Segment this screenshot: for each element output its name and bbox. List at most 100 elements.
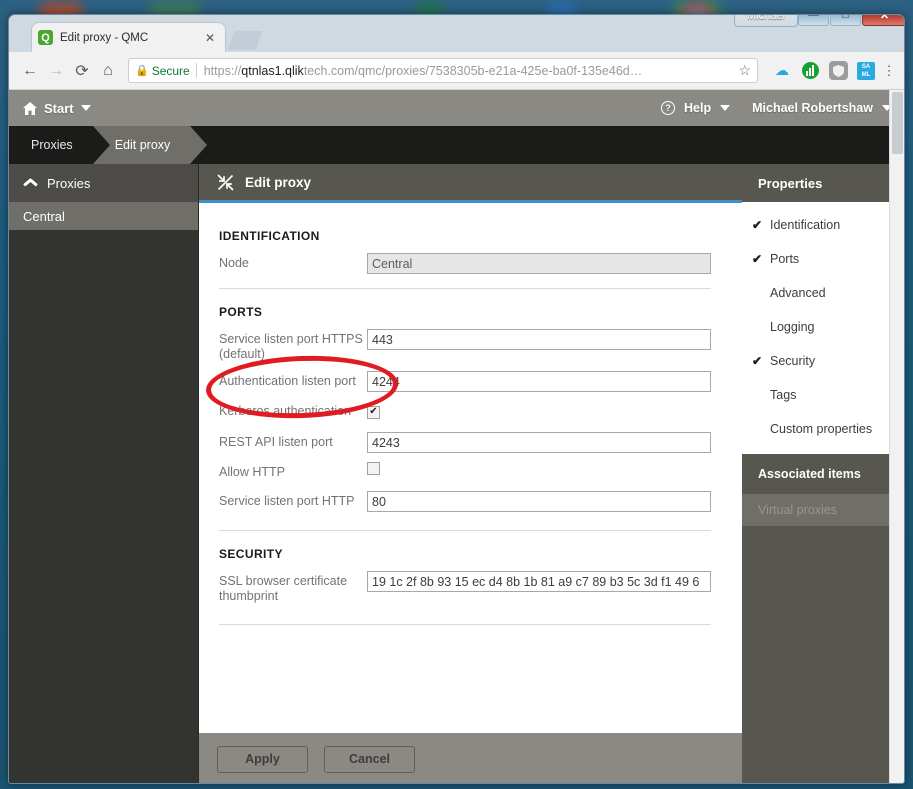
- window-maximize-button[interactable]: □: [830, 15, 861, 26]
- omnibox-divider: [195, 63, 197, 78]
- star-icon[interactable]: ☆: [738, 62, 751, 79]
- associated-items-title: Associated items: [758, 467, 861, 481]
- field-control: [367, 329, 711, 350]
- saml-extension-icon[interactable]: SA ML: [855, 60, 877, 82]
- start-label: Start: [44, 100, 74, 116]
- properties-list: ✔ Identification ✔ Ports Advanced Loggin…: [742, 202, 904, 454]
- help-icon: ?: [661, 101, 676, 115]
- help-chevron-down-icon[interactable]: [720, 105, 731, 111]
- allow-http-checkbox[interactable]: [367, 462, 380, 475]
- field-label-ssl-browser-certificate-thumbprint: SSL browser certificate thumbprint: [219, 574, 348, 603]
- field-label-service-listen-port-http: Service listen port HTTP: [219, 494, 355, 508]
- qlik-favicon-icon: Q: [38, 30, 53, 45]
- property-item-security[interactable]: ✔ Security: [742, 344, 904, 378]
- section-title-identification: IDENTIFICATION: [219, 229, 320, 243]
- browser-tab[interactable]: Q Edit proxy - QMC ✕: [31, 22, 226, 52]
- url-text: https://qtnlas1.qliktech.com/qmc/proxies…: [204, 64, 735, 78]
- back-icon[interactable]: ←: [17, 58, 43, 84]
- check-icon: ✔: [752, 252, 763, 266]
- window-user-label: Michael: [734, 15, 798, 27]
- home-icon[interactable]: ⌂: [95, 58, 121, 84]
- field-label-authentication-listen-port: Authentication listen port: [219, 374, 356, 388]
- help-label: Help: [684, 101, 712, 115]
- field-control: [367, 253, 711, 274]
- browser-toolbar: ← → ⟳ ⌂ 🔒 Secure https://qtnlas1.qliktec…: [9, 52, 904, 90]
- url-path: tech.com/qmc/proxies/7538305b-e21a-425e-…: [303, 63, 643, 78]
- user-label: Michael Robertshaw: [752, 101, 873, 115]
- section-divider: [219, 624, 711, 625]
- form-row: SSL browser certificate thumbprint: [219, 571, 720, 604]
- section-title-ports: PORTS: [219, 305, 263, 319]
- field-label-kerberos-authentication: Kerberos authentication: [219, 404, 352, 418]
- address-bar[interactable]: 🔒 Secure https://qtnlas1.qliktech.com/qm…: [128, 58, 758, 83]
- section-divider: [219, 530, 711, 531]
- start-menu-button[interactable]: Start: [23, 101, 91, 116]
- form-row: Authentication listen port: [219, 371, 720, 392]
- left-nav-header-label: Proxies: [47, 175, 91, 191]
- form-row: Service listen port HTTPS (default): [219, 329, 720, 362]
- form-row: Allow HTTP: [219, 462, 720, 480]
- breadcrumb-item-proxies[interactable]: Proxies: [9, 126, 110, 164]
- window-close-button[interactable]: ✕: [862, 15, 904, 26]
- property-label: Security: [770, 354, 816, 368]
- help-menu[interactable]: ? Help: [661, 101, 731, 115]
- associated-item-virtual-proxies[interactable]: Virtual proxies: [742, 494, 904, 526]
- property-label: Advanced: [770, 286, 826, 300]
- field-control: [367, 432, 711, 453]
- ssl-browser-certificate-thumbprint-field[interactable]: [367, 571, 711, 592]
- left-nav-header[interactable]: Proxies: [9, 164, 198, 202]
- center-pane: Edit proxy IDENTIFICATION Node PORTS: [199, 164, 742, 783]
- property-item-custom-properties[interactable]: Custom properties: [742, 412, 904, 446]
- home-icon: [23, 101, 37, 115]
- property-item-advanced[interactable]: Advanced: [742, 276, 904, 310]
- field-control: [367, 371, 711, 392]
- shield-extension-icon[interactable]: [827, 60, 849, 82]
- field-label-service-listen-port-https: Service listen port HTTPS (default): [219, 332, 363, 361]
- tab-close-icon[interactable]: ✕: [201, 31, 219, 45]
- service-listen-port-http-field[interactable]: [367, 491, 711, 512]
- property-label: Ports: [770, 252, 800, 266]
- analytics-extension-icon[interactable]: [799, 60, 821, 82]
- form-row: Kerberos authentication: [219, 401, 720, 419]
- cloud-extension-icon[interactable]: ☁: [771, 60, 793, 82]
- section-title-security: SECURITY: [219, 547, 283, 561]
- property-label: Custom properties: [770, 422, 873, 436]
- node-field[interactable]: [367, 253, 711, 274]
- property-label: Logging: [770, 320, 815, 334]
- field-control: [367, 491, 711, 512]
- field-label-allow-http: Allow HTTP: [219, 465, 285, 479]
- property-item-tags[interactable]: Tags: [742, 378, 904, 412]
- qmc-top-bar: Start ? Help Michael Robertshaw: [9, 90, 904, 126]
- collapse-arrows-icon: [217, 173, 234, 191]
- property-label: Tags: [770, 388, 797, 402]
- qmc-app: Start ? Help Michael Robertshaw Proxies …: [9, 90, 904, 783]
- new-tab-button[interactable]: [227, 31, 263, 50]
- cancel-button[interactable]: Cancel: [324, 745, 415, 773]
- lock-icon: 🔒: [135, 65, 149, 77]
- properties-panel: Properties ✔ Identification ✔ Ports Adva…: [742, 164, 904, 783]
- rest-api-listen-port-field[interactable]: [367, 432, 711, 453]
- field-control: [367, 401, 711, 419]
- form-footer: Apply Cancel: [199, 733, 742, 783]
- service-listen-port-https-field[interactable]: [367, 329, 711, 350]
- authentication-listen-port-field[interactable]: [367, 371, 711, 392]
- user-menu[interactable]: Michael Robertshaw: [752, 101, 892, 115]
- browser-window: Q Edit proxy - QMC ✕ Michael — □ ✕ ← → ⟳…: [8, 14, 905, 784]
- kebab-menu-icon[interactable]: ⋮: [880, 64, 898, 77]
- property-item-identification[interactable]: ✔ Identification: [742, 208, 904, 242]
- start-chevron-down-icon[interactable]: [80, 105, 91, 111]
- section-divider: [219, 288, 711, 289]
- scrollbar-thumb[interactable]: [892, 92, 903, 154]
- tab-strip: Q Edit proxy - QMC ✕ Michael — □ ✕: [9, 15, 904, 52]
- kerberos-authentication-checkbox[interactable]: [367, 405, 380, 419]
- breadcrumb: Proxies Edit proxy: [9, 126, 904, 164]
- form-row: Node: [219, 253, 720, 274]
- property-item-ports[interactable]: ✔ Ports: [742, 242, 904, 276]
- property-item-logging[interactable]: Logging: [742, 310, 904, 344]
- page-scrollbar[interactable]: [889, 90, 904, 783]
- sidebar-item-central[interactable]: Central: [9, 202, 198, 230]
- reload-icon[interactable]: ⟳: [69, 58, 95, 84]
- window-minimize-button[interactable]: —: [798, 15, 829, 26]
- field-control: [367, 571, 711, 592]
- apply-button[interactable]: Apply: [217, 745, 308, 773]
